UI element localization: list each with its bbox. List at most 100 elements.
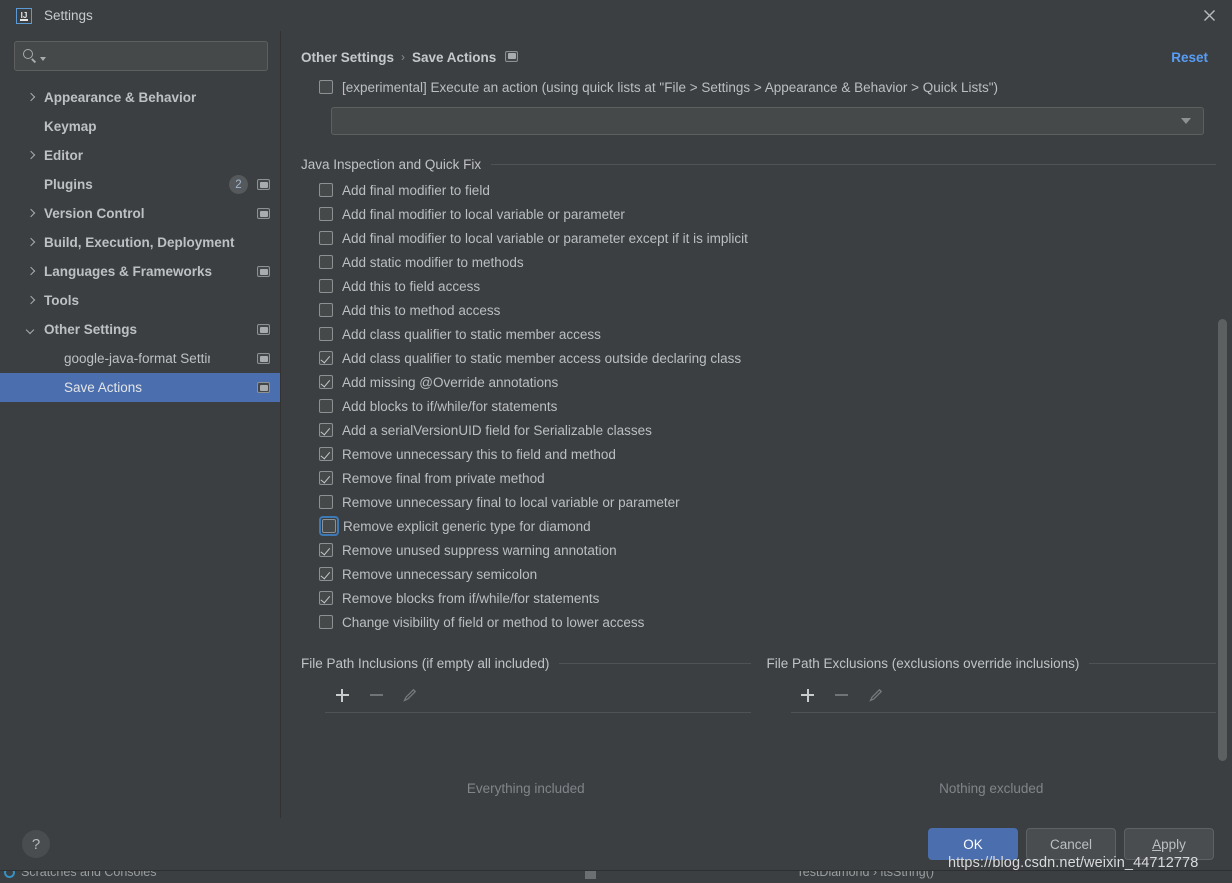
sidebar-item-label: Version Control [44,206,145,221]
java-option-row[interactable]: Add final modifier to local variable or … [301,226,1232,250]
chevron-right-icon[interactable] [24,236,38,250]
java-option-checkbox[interactable] [319,567,333,581]
java-option-checkbox[interactable] [319,543,333,557]
java-option-label: Add final modifier to field [342,182,490,198]
sidebar-item-keymap[interactable]: Keymap [0,112,280,141]
intellij-idea-icon: IJ [16,7,32,24]
java-option-label: Add blocks to if/while/for statements [342,398,558,414]
chevron-right-icon[interactable] [24,265,38,279]
java-option-checkbox[interactable] [319,447,333,461]
java-option-row[interactable]: Add final modifier to field [301,178,1232,202]
java-option-row[interactable]: Remove unnecessary final to local variab… [301,490,1232,514]
sidebar-item-save-actions[interactable]: Save Actions [0,373,280,402]
chevron-right-icon[interactable] [24,149,38,163]
pencil-icon [859,685,893,705]
java-option-row[interactable]: Remove final from private method [301,466,1232,490]
java-option-label: Add final modifier to local variable or … [342,230,748,246]
java-option-row[interactable]: Remove blocks from if/while/for statemen… [301,586,1232,610]
breadcrumb: Other Settings › Save Actions Reset [281,31,1232,71]
search-icon [23,48,38,64]
sidebar-item-label: Other Settings [44,322,138,337]
java-option-row[interactable]: Add missing @Override annotations [301,370,1232,394]
java-option-checkbox[interactable] [319,495,333,509]
chevron-down-icon[interactable] [1181,118,1191,124]
java-option-checkbox[interactable] [319,615,333,629]
java-option-label: Add this to method access [342,302,501,318]
sidebar-item-plugins[interactable]: Plugins 2 [0,170,280,199]
sidebar-item-indicators: 2 [229,170,270,199]
sidebar-item-label: Build, Execution, Deployment [44,235,235,250]
inclusions-toolbar [325,685,751,713]
content-scrollbar[interactable] [1218,319,1227,761]
java-option-checkbox[interactable] [319,255,333,269]
plus-icon[interactable] [325,685,359,705]
java-option-row[interactable]: Add a serialVersionUID field for Seriali… [301,418,1232,442]
java-option-row[interactable]: Remove unnecessary this to field and met… [301,442,1232,466]
breadcrumb-item-1[interactable]: Save Actions [412,50,496,65]
java-option-checkbox[interactable] [319,327,333,341]
java-option-checkbox[interactable] [319,399,333,413]
sidebar-item-build-execution-deployment[interactable]: Build, Execution, Deployment [0,228,280,257]
chevron-right-icon[interactable] [24,207,38,221]
java-option-checkbox[interactable] [319,279,333,293]
sidebar-item-editor[interactable]: Editor [0,141,280,170]
java-option-row[interactable]: Add final modifier to local variable or … [301,202,1232,226]
sidebar-item-version-control[interactable]: Version Control [0,199,280,228]
java-option-row[interactable]: Change visibility of field or method to … [301,610,1232,634]
sidebar-item-indicators [257,257,270,286]
exclusions-title: File Path Exclusions (exclusions overrid… [766,656,1080,671]
java-option-checkbox[interactable] [319,351,333,365]
java-option-checkbox[interactable] [319,471,333,485]
java-option-row[interactable]: Remove explicit generic type for diamond [301,514,1232,538]
java-option-row[interactable]: Add blocks to if/while/for statements [301,394,1232,418]
close-icon[interactable] [1186,0,1232,31]
java-option-row[interactable]: Add class qualifier to static member acc… [301,322,1232,346]
sidebar-item-tools[interactable]: Tools [0,286,280,315]
experimental-action-row[interactable]: [experimental] Execute an action (using … [301,75,1232,99]
java-option-row[interactable]: Add static modifier to methods [301,250,1232,274]
watermark-url: https://blog.csdn.net/weixin_44712778 [948,855,1199,871]
breadcrumb-item-0[interactable]: Other Settings [301,50,394,65]
java-section-header: Java Inspection and Quick Fix [301,157,1216,172]
section-divider [491,164,1216,165]
java-option-checkbox[interactable] [319,591,333,605]
module-settings-icon [505,50,519,65]
sidebar-item-other-settings[interactable]: Other Settings [0,315,280,344]
sidebar-item-languages-frameworks[interactable]: Languages & Frameworks [0,257,280,286]
java-option-checkbox[interactable] [319,231,333,245]
sidebar-item-label: Editor [44,148,83,163]
help-button[interactable]: ? [22,830,50,858]
plus-icon[interactable] [791,685,825,705]
java-option-checkbox[interactable] [319,183,333,197]
sidebar-item-indicators [257,373,270,402]
java-option-label: Remove unnecessary semicolon [342,566,538,582]
java-option-checkbox[interactable] [319,303,333,317]
search-box[interactable] [14,41,268,71]
java-option-label: Add a serialVersionUID field for Seriali… [342,422,652,438]
java-option-checkbox[interactable] [322,519,336,533]
chevron-right-icon[interactable] [24,91,38,105]
java-option-row[interactable]: Add this to method access [301,298,1232,322]
java-option-checkbox[interactable] [319,423,333,437]
java-option-row[interactable]: Add class qualifier to static member acc… [301,346,1232,370]
sidebar-item-google-java-format-settings[interactable]: google-java-format Settings [0,344,280,373]
chevron-right-icon[interactable] [24,294,38,308]
sidebar-item-indicators [257,315,270,344]
experimental-checkbox[interactable] [319,80,333,94]
chevron-down-icon[interactable] [40,57,46,61]
chevron-down-icon[interactable] [24,323,38,337]
settings-tree: Appearance & Behavior Keymap Editor Plugins… [0,79,280,402]
sidebar-item-appearance-behavior[interactable]: Appearance & Behavior [0,83,280,112]
java-option-row[interactable]: Remove unused suppress warning annotatio… [301,538,1232,562]
search-input[interactable] [52,47,259,65]
java-option-row[interactable]: Remove unnecessary semicolon [301,562,1232,586]
sidebar-search-wrap [0,31,280,79]
minus-icon [825,685,859,705]
java-option-checkbox[interactable] [319,207,333,221]
reset-link[interactable]: Reset [1171,50,1216,65]
java-option-checkbox[interactable] [319,375,333,389]
quick-list-combobox[interactable] [331,107,1204,135]
java-option-row[interactable]: Add this to field access [301,274,1232,298]
java-section-title: Java Inspection and Quick Fix [301,157,482,172]
inclusions-pane: File Path Inclusions (if empty all inclu… [301,656,751,796]
